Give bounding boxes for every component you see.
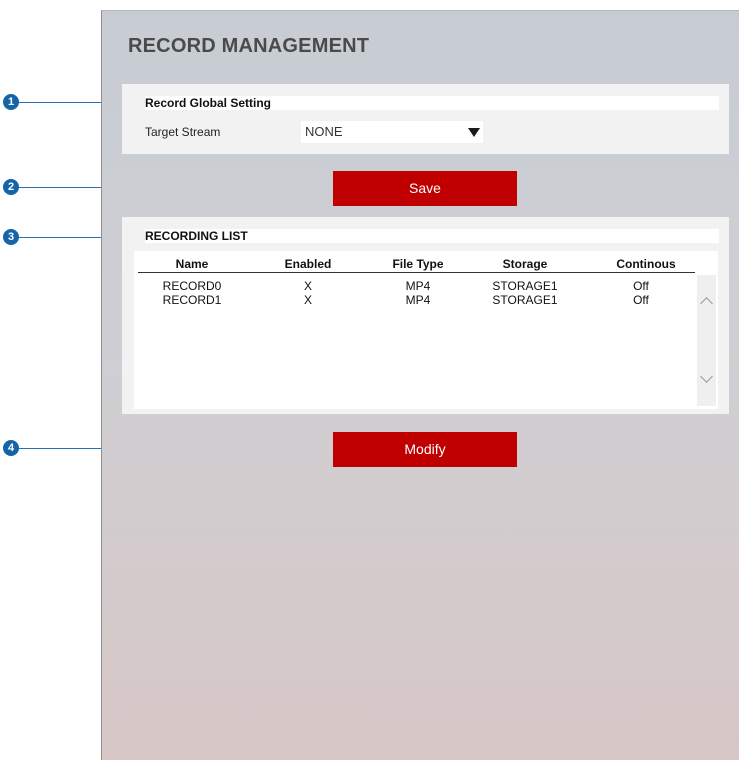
record-global-setting-header: Record Global Setting (145, 96, 719, 110)
table-row[interactable]: RECORD0 X MP4 STORAGE1 Off (138, 279, 695, 293)
target-stream-value: NONE (305, 124, 343, 139)
cell-name: RECORD1 (162, 293, 222, 307)
recording-list-title: RECORDING LIST (145, 229, 248, 243)
table-row[interactable]: RECORD1 X MP4 STORAGE1 Off (138, 293, 695, 307)
record-global-setting-card: Record Global Setting Target Stream NONE (122, 84, 729, 154)
cell-name: RECORD0 (162, 279, 222, 293)
target-stream-label: Target Stream (145, 125, 221, 139)
cell-continous: Off (633, 279, 649, 293)
callout-2: 2 (3, 179, 19, 195)
column-header-enabled: Enabled (284, 257, 332, 271)
recording-list-header: RECORDING LIST (145, 229, 719, 243)
save-button[interactable]: Save (333, 171, 517, 206)
recording-list-table: Name Enabled File Type Storage Continous… (134, 251, 718, 409)
cell-continous: Off (633, 293, 649, 307)
record-global-setting-title: Record Global Setting (145, 96, 272, 110)
recording-list-card: RECORDING LIST Name Enabled File Type St… (122, 217, 729, 414)
cell-enabled: X (303, 279, 313, 293)
page-title: RECORD MANAGEMENT (128, 35, 370, 57)
callout-1: 1 (3, 94, 19, 110)
cell-storage: STORAGE1 (492, 279, 558, 293)
chevron-up-icon[interactable] (700, 297, 713, 310)
list-scrollbar[interactable] (697, 275, 716, 406)
record-management-panel: RECORD MANAGEMENT Record Global Setting … (101, 10, 739, 760)
column-header-continous: Continous (616, 257, 676, 271)
cell-enabled: X (303, 293, 313, 307)
cell-file-type: MP4 (405, 293, 431, 307)
callout-4: 4 (3, 440, 19, 456)
cell-file-type: MP4 (405, 279, 431, 293)
table-header-row: Name Enabled File Type Storage Continous (138, 257, 695, 273)
column-header-storage: Storage (502, 257, 548, 271)
triangle-down-icon (468, 128, 480, 137)
chevron-down-icon[interactable] (700, 370, 713, 383)
column-header-file-type: File Type (392, 257, 444, 271)
cell-storage: STORAGE1 (492, 293, 558, 307)
modify-button[interactable]: Modify (333, 432, 517, 467)
target-stream-select[interactable]: NONE (301, 121, 483, 143)
column-header-name: Name (175, 257, 209, 271)
callout-3: 3 (3, 229, 19, 245)
